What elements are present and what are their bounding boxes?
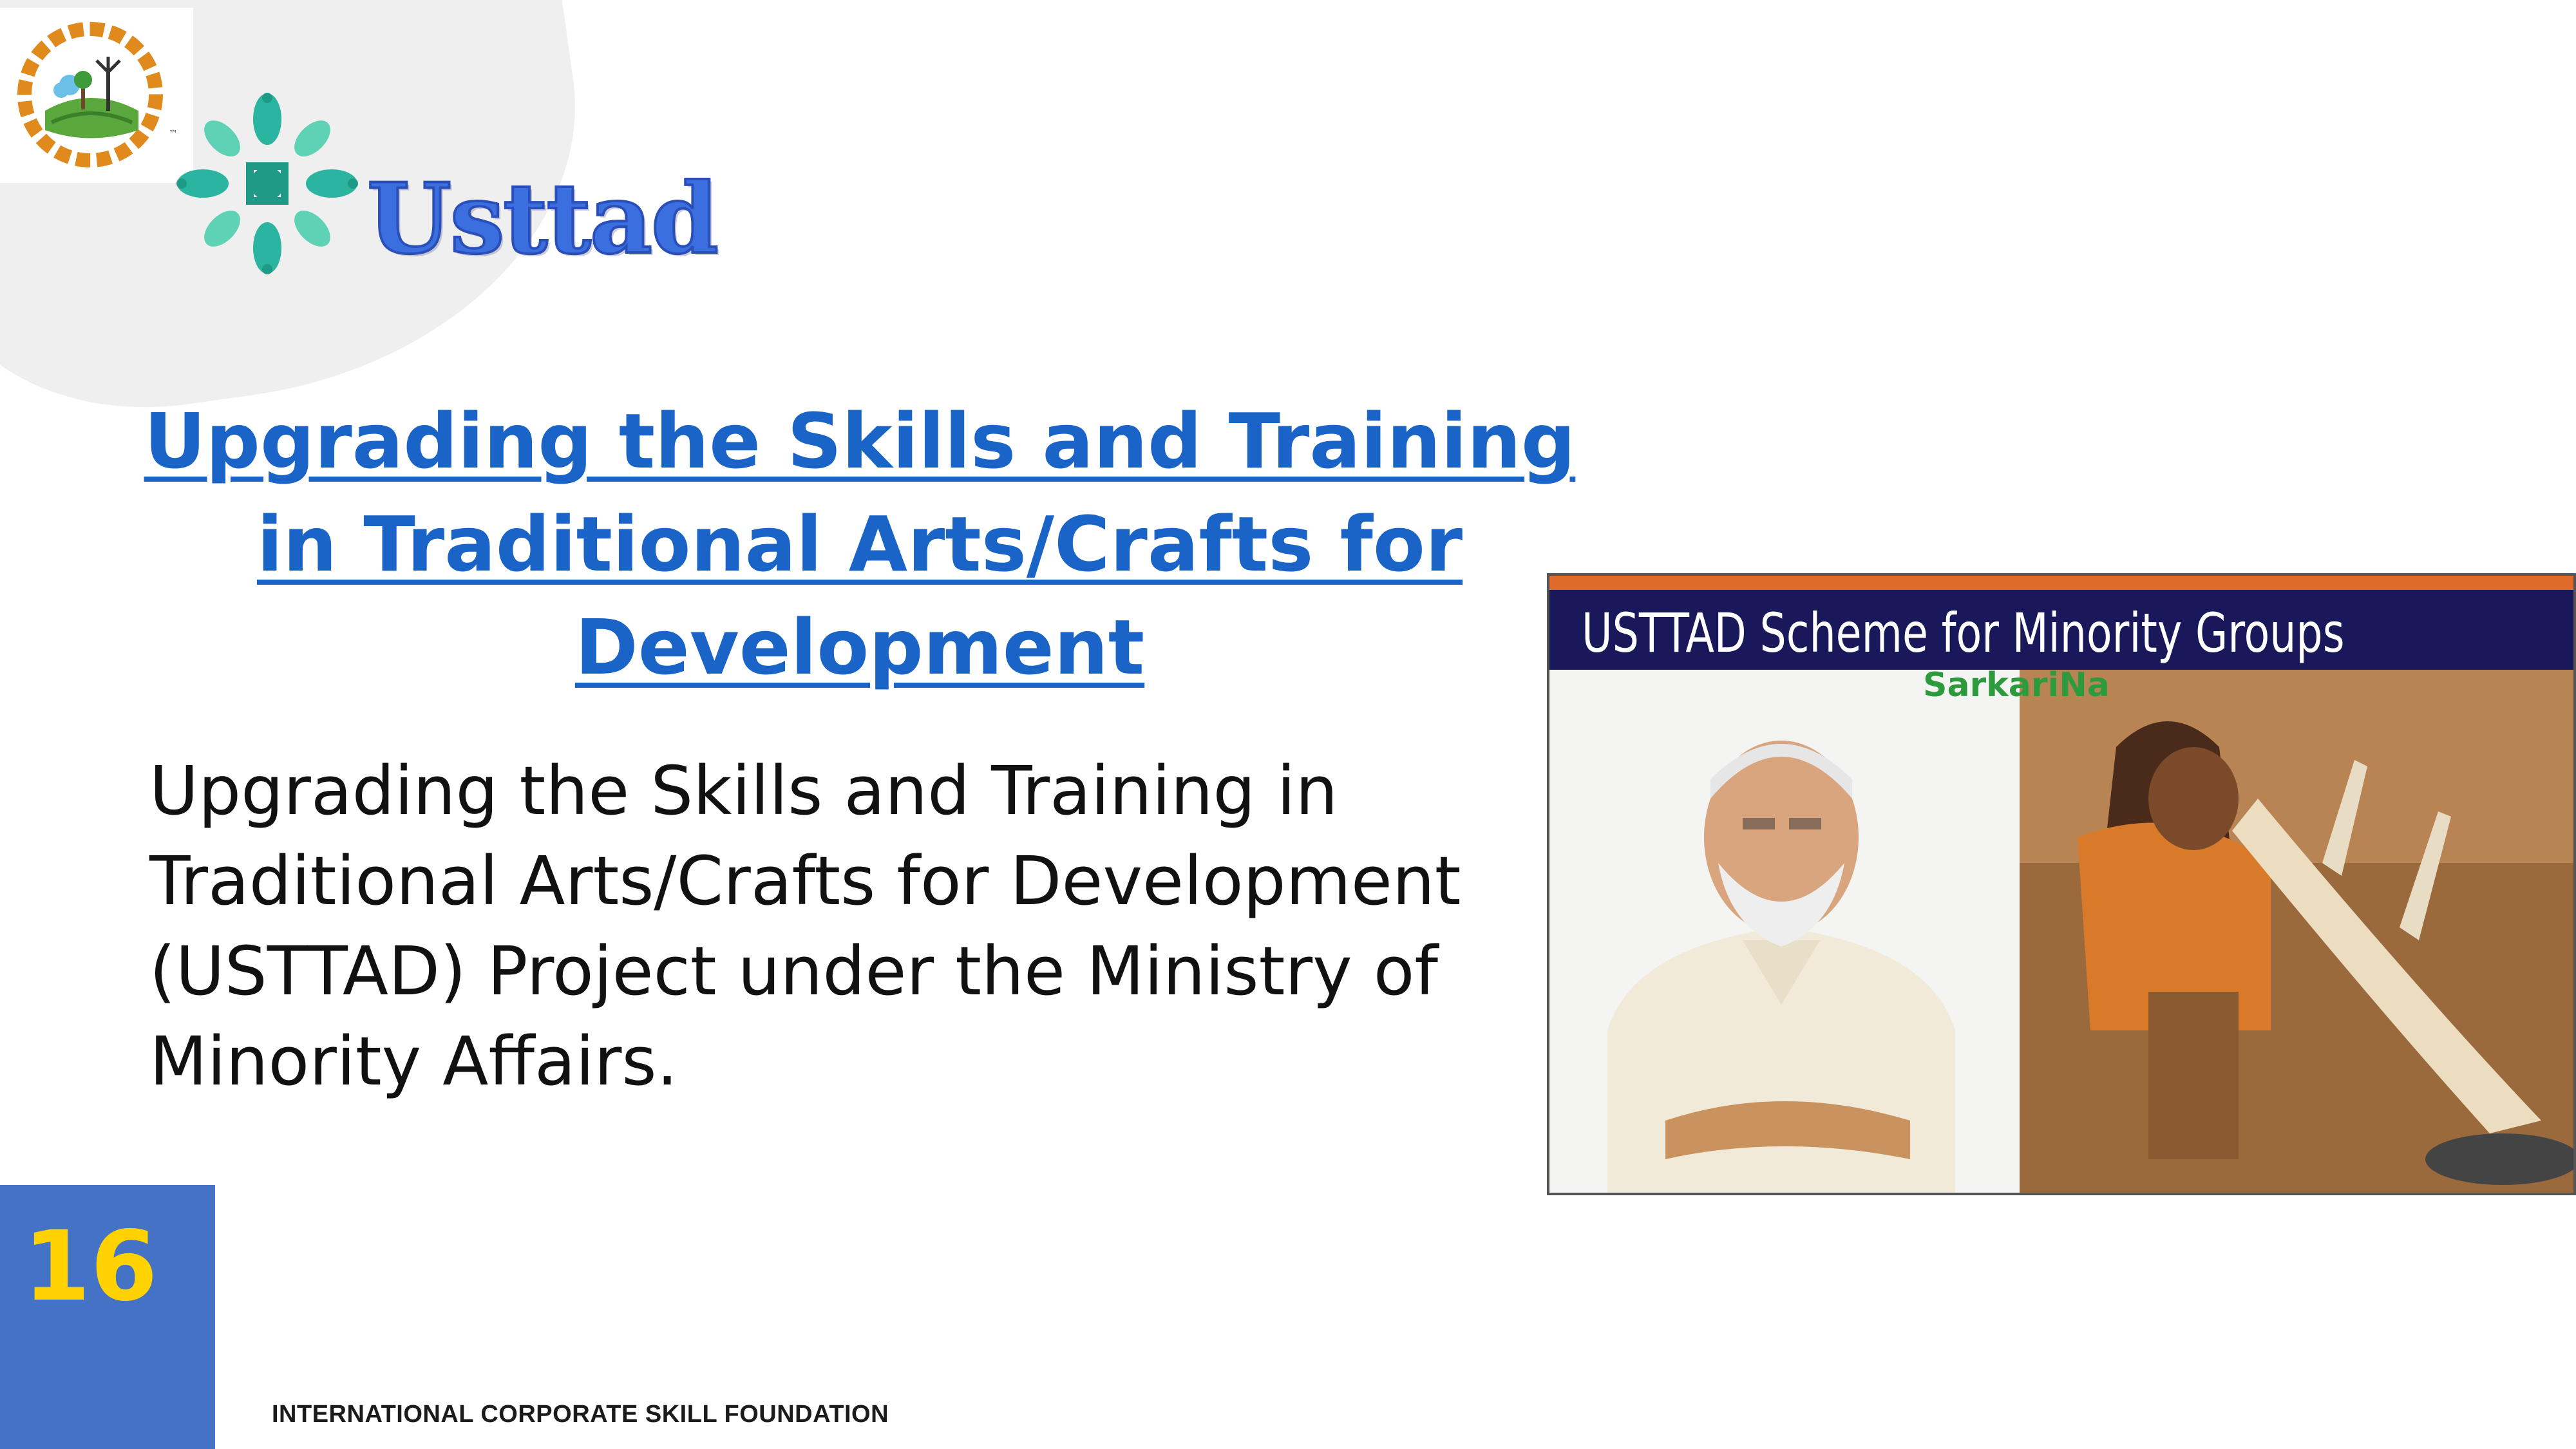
gear-landscape-logo-icon: ™ [17,22,178,167]
slide-body-text: Upgrading the Skills and Training in Tra… [149,752,1461,1101]
usttad-logo: Usttad [174,90,720,277]
slide-number-box: 16 [0,1185,215,1449]
photo-title-bar: USTTAD Scheme for Minority Groups [1549,590,2573,670]
photo-title: USTTAD Scheme for Minority Groups [1582,601,2345,665]
photo-scene [1549,670,2573,1193]
icsf-logo: ™ [0,8,193,183]
slide-headline: Upgrading the Skills and Training in Tra… [144,397,1576,692]
usttad-scheme-photo: USTTAD Scheme for Minority Groups Sarkar… [1547,573,2576,1195]
usttad-wordmark: Usttad [366,161,720,277]
flower-mandala-logo-icon [176,93,358,274]
footer-organization: INTERNATIONAL CORPORATE SKILL FOUNDATION [272,1401,889,1428]
photo-top-stripe [1549,576,2573,590]
slide-number: 16 [23,1211,158,1323]
photo-watermark: SarkariNa [1923,666,2110,705]
craftsman-photo-illustration [1549,670,2573,1193]
